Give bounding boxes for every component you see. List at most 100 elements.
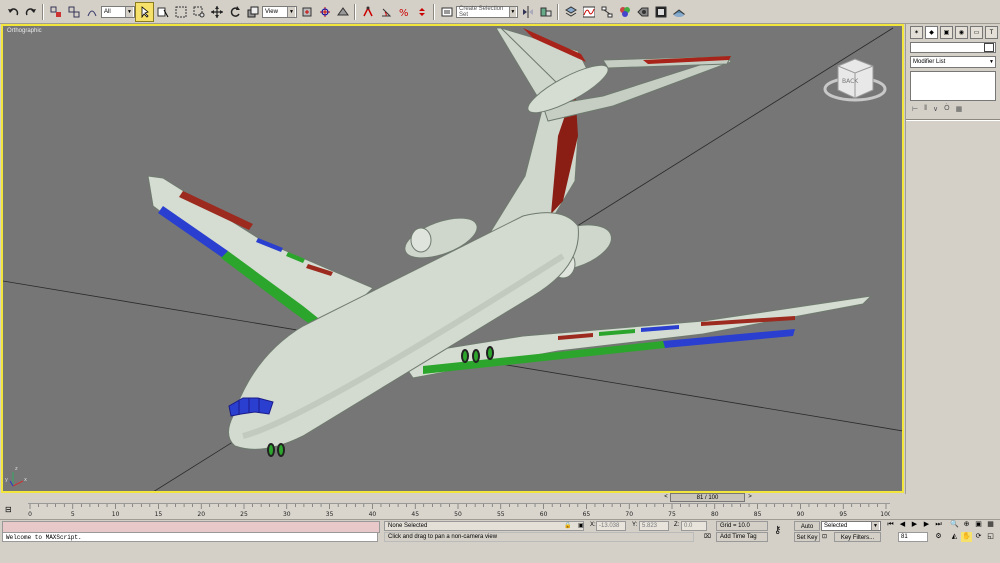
pan-view-icon[interactable]: ✋	[961, 532, 972, 542]
material-editor-icon[interactable]	[616, 3, 633, 21]
orthographic-viewport[interactable]: BACK z y x Orthographic	[1, 24, 904, 493]
curve-editor-icon[interactable]	[580, 3, 597, 21]
select-by-name-icon[interactable]	[154, 3, 171, 21]
show-end-result-icon[interactable]: ‖	[924, 105, 927, 113]
mirror-icon[interactable]	[519, 3, 536, 21]
select-and-move-icon[interactable]	[208, 3, 225, 21]
object-name-field[interactable]	[910, 42, 996, 53]
command-panel-tabs: ✶ ◆ ▣ ◉ ▭ T	[906, 24, 1000, 39]
y-coordinate-input[interactable]: 5.823	[639, 521, 669, 531]
next-frame-icon[interactable]: ▶	[921, 520, 932, 530]
create-icon[interactable]: ✶	[910, 26, 923, 39]
hierarchy-icon[interactable]: ▣	[940, 26, 953, 39]
time-slider-prev-arrow[interactable]: <	[662, 494, 670, 501]
play-icon[interactable]: ▶	[909, 520, 920, 530]
reference-coordinate-system-dropdown[interactable]: View ▼	[262, 5, 297, 18]
modifier-stack[interactable]	[910, 71, 996, 101]
time-tag-icon[interactable]: ⌧	[704, 533, 711, 540]
bind-to-space-warp-icon[interactable]	[83, 3, 100, 21]
key-mode-dropdown[interactable]: Selected ▼	[821, 521, 881, 531]
viewport-label[interactable]: Orthographic	[7, 28, 42, 34]
edit-named-selection-sets-icon[interactable]	[438, 3, 455, 21]
named-selection-set-dropdown[interactable]: Create Selection Set ▼	[456, 5, 518, 18]
select-and-link-icon[interactable]	[47, 3, 64, 21]
lock-selection-icon[interactable]: 🔒	[564, 522, 571, 529]
zoom-extents-all-icon[interactable]: ▦	[985, 520, 996, 530]
time-slider-next-arrow[interactable]: >	[746, 494, 754, 501]
previous-frame-icon[interactable]: ◀	[897, 520, 908, 530]
spinner-snap-toggle-icon[interactable]	[413, 3, 430, 21]
chevron-down-icon: ▼	[125, 6, 133, 17]
zoom-all-icon[interactable]: ⊕	[961, 520, 972, 530]
track-ruler[interactable]: 0 5 10 15 20 25 30 35 40 45 50 55 60 65 70 75 80 85 90 95 10…	[28, 503, 890, 520]
unlink-selection-icon[interactable]	[65, 3, 82, 21]
z-label: Z:	[674, 522, 680, 528]
orbit-icon[interactable]: ⟳	[973, 532, 984, 542]
add-time-tag-button[interactable]: Add Time Tag	[716, 532, 768, 542]
make-unique-icon[interactable]: ∨	[933, 105, 938, 113]
rendered-frame-window-icon[interactable]	[652, 3, 669, 21]
modifier-list-dropdown[interactable]: Modifier List ▼	[910, 56, 996, 68]
go-to-start-icon[interactable]: ⏮	[885, 520, 896, 530]
window-crossing-icon[interactable]	[190, 3, 207, 21]
display-icon[interactable]: ▭	[970, 26, 983, 39]
toolbar-separator	[433, 3, 435, 20]
track-tick-label: 100	[880, 511, 890, 518]
quick-render-icon[interactable]	[670, 3, 687, 21]
go-to-end-icon[interactable]: ⏭	[933, 520, 944, 530]
mini-curve-editor-icon[interactable]: ⊟	[5, 505, 12, 514]
redo-icon[interactable]	[22, 3, 39, 21]
current-frame-input[interactable]: 81	[898, 532, 928, 542]
keyboard-shortcut-override-icon[interactable]	[334, 3, 351, 21]
select-and-rotate-icon[interactable]	[226, 3, 243, 21]
set-key-button[interactable]: Set Key	[794, 532, 820, 542]
pin-stack-icon[interactable]: ⊢	[912, 105, 918, 113]
x-coordinate-input[interactable]: -13.038	[596, 521, 626, 531]
zoom-icon[interactable]: 🔍	[949, 520, 960, 530]
snaps-toggle-icon[interactable]	[359, 3, 376, 21]
selection-filter-dropdown[interactable]: All ▼	[101, 5, 135, 18]
select-and-manipulate-icon[interactable]	[316, 3, 333, 21]
track-tick-label: 20	[197, 511, 205, 518]
auto-key-button[interactable]: Auto Key	[794, 521, 820, 540]
select-object-icon[interactable]	[135, 1, 154, 22]
render-setup-icon[interactable]	[634, 3, 651, 21]
key-filters-button[interactable]: Key Filters...	[834, 532, 881, 542]
time-configuration-icon[interactable]: ⚙	[933, 532, 944, 542]
layer-manager-icon[interactable]	[562, 3, 579, 21]
undo-icon[interactable]	[4, 3, 21, 21]
modify-icon[interactable]: ◆	[925, 26, 938, 39]
key-icon[interactable]: ⚷	[774, 525, 781, 536]
track-tick-label: 0	[28, 511, 32, 518]
align-icon[interactable]	[537, 3, 554, 21]
command-panel: ✶ ◆ ▣ ◉ ▭ T Modifier List ▼ ⊢ ‖ ∨ Ò ▦	[905, 24, 1000, 494]
maximize-viewport-toggle-icon[interactable]: ◱	[985, 532, 996, 542]
set-keys-icon[interactable]: ⊡	[822, 533, 827, 540]
airplane-model[interactable]	[147, 27, 873, 457]
z-coordinate-input[interactable]: 0.0	[681, 521, 707, 531]
track-tick-label: 60	[540, 511, 548, 518]
utilities-icon[interactable]: T	[985, 26, 998, 39]
time-slider[interactable]: 81 / 100	[670, 493, 745, 502]
angle-snap-toggle-icon[interactable]	[377, 3, 394, 21]
absolute-mode-transform-icon[interactable]: ▣	[578, 522, 584, 529]
schematic-view-icon[interactable]	[598, 3, 615, 21]
field-of-view-icon[interactable]: ◭	[949, 532, 960, 542]
zoom-extents-icon[interactable]: ▣	[973, 520, 984, 530]
track-tick-label: 75	[668, 511, 676, 518]
track-bar[interactable]: ⊟ 0 5 10 15 20 25 30 35 40 45 50 55 60 65 70 75 80 85 90 95…	[0, 503, 905, 520]
percent-snap-toggle-icon[interactable]: %	[395, 3, 412, 21]
remove-modifier-icon[interactable]: Ò	[944, 105, 949, 113]
configure-modifier-sets-icon[interactable]: ▦	[956, 105, 963, 113]
chevron-down-icon: ▼	[508, 6, 516, 17]
scene-canvas: BACK z y x	[3, 27, 902, 491]
rectangular-selection-region-icon[interactable]	[172, 3, 189, 21]
select-and-scale-icon[interactable]	[244, 3, 261, 21]
maxscript-output[interactable]: Welcome to MAXScript.	[2, 532, 378, 542]
y-label: Y:	[632, 522, 638, 528]
motion-icon[interactable]: ◉	[955, 26, 968, 39]
track-tick-label: 70	[625, 511, 633, 518]
use-pivot-point-center-icon[interactable]	[298, 3, 315, 21]
track-tick-label: 5	[71, 511, 75, 518]
object-color-swatch[interactable]	[984, 43, 994, 52]
